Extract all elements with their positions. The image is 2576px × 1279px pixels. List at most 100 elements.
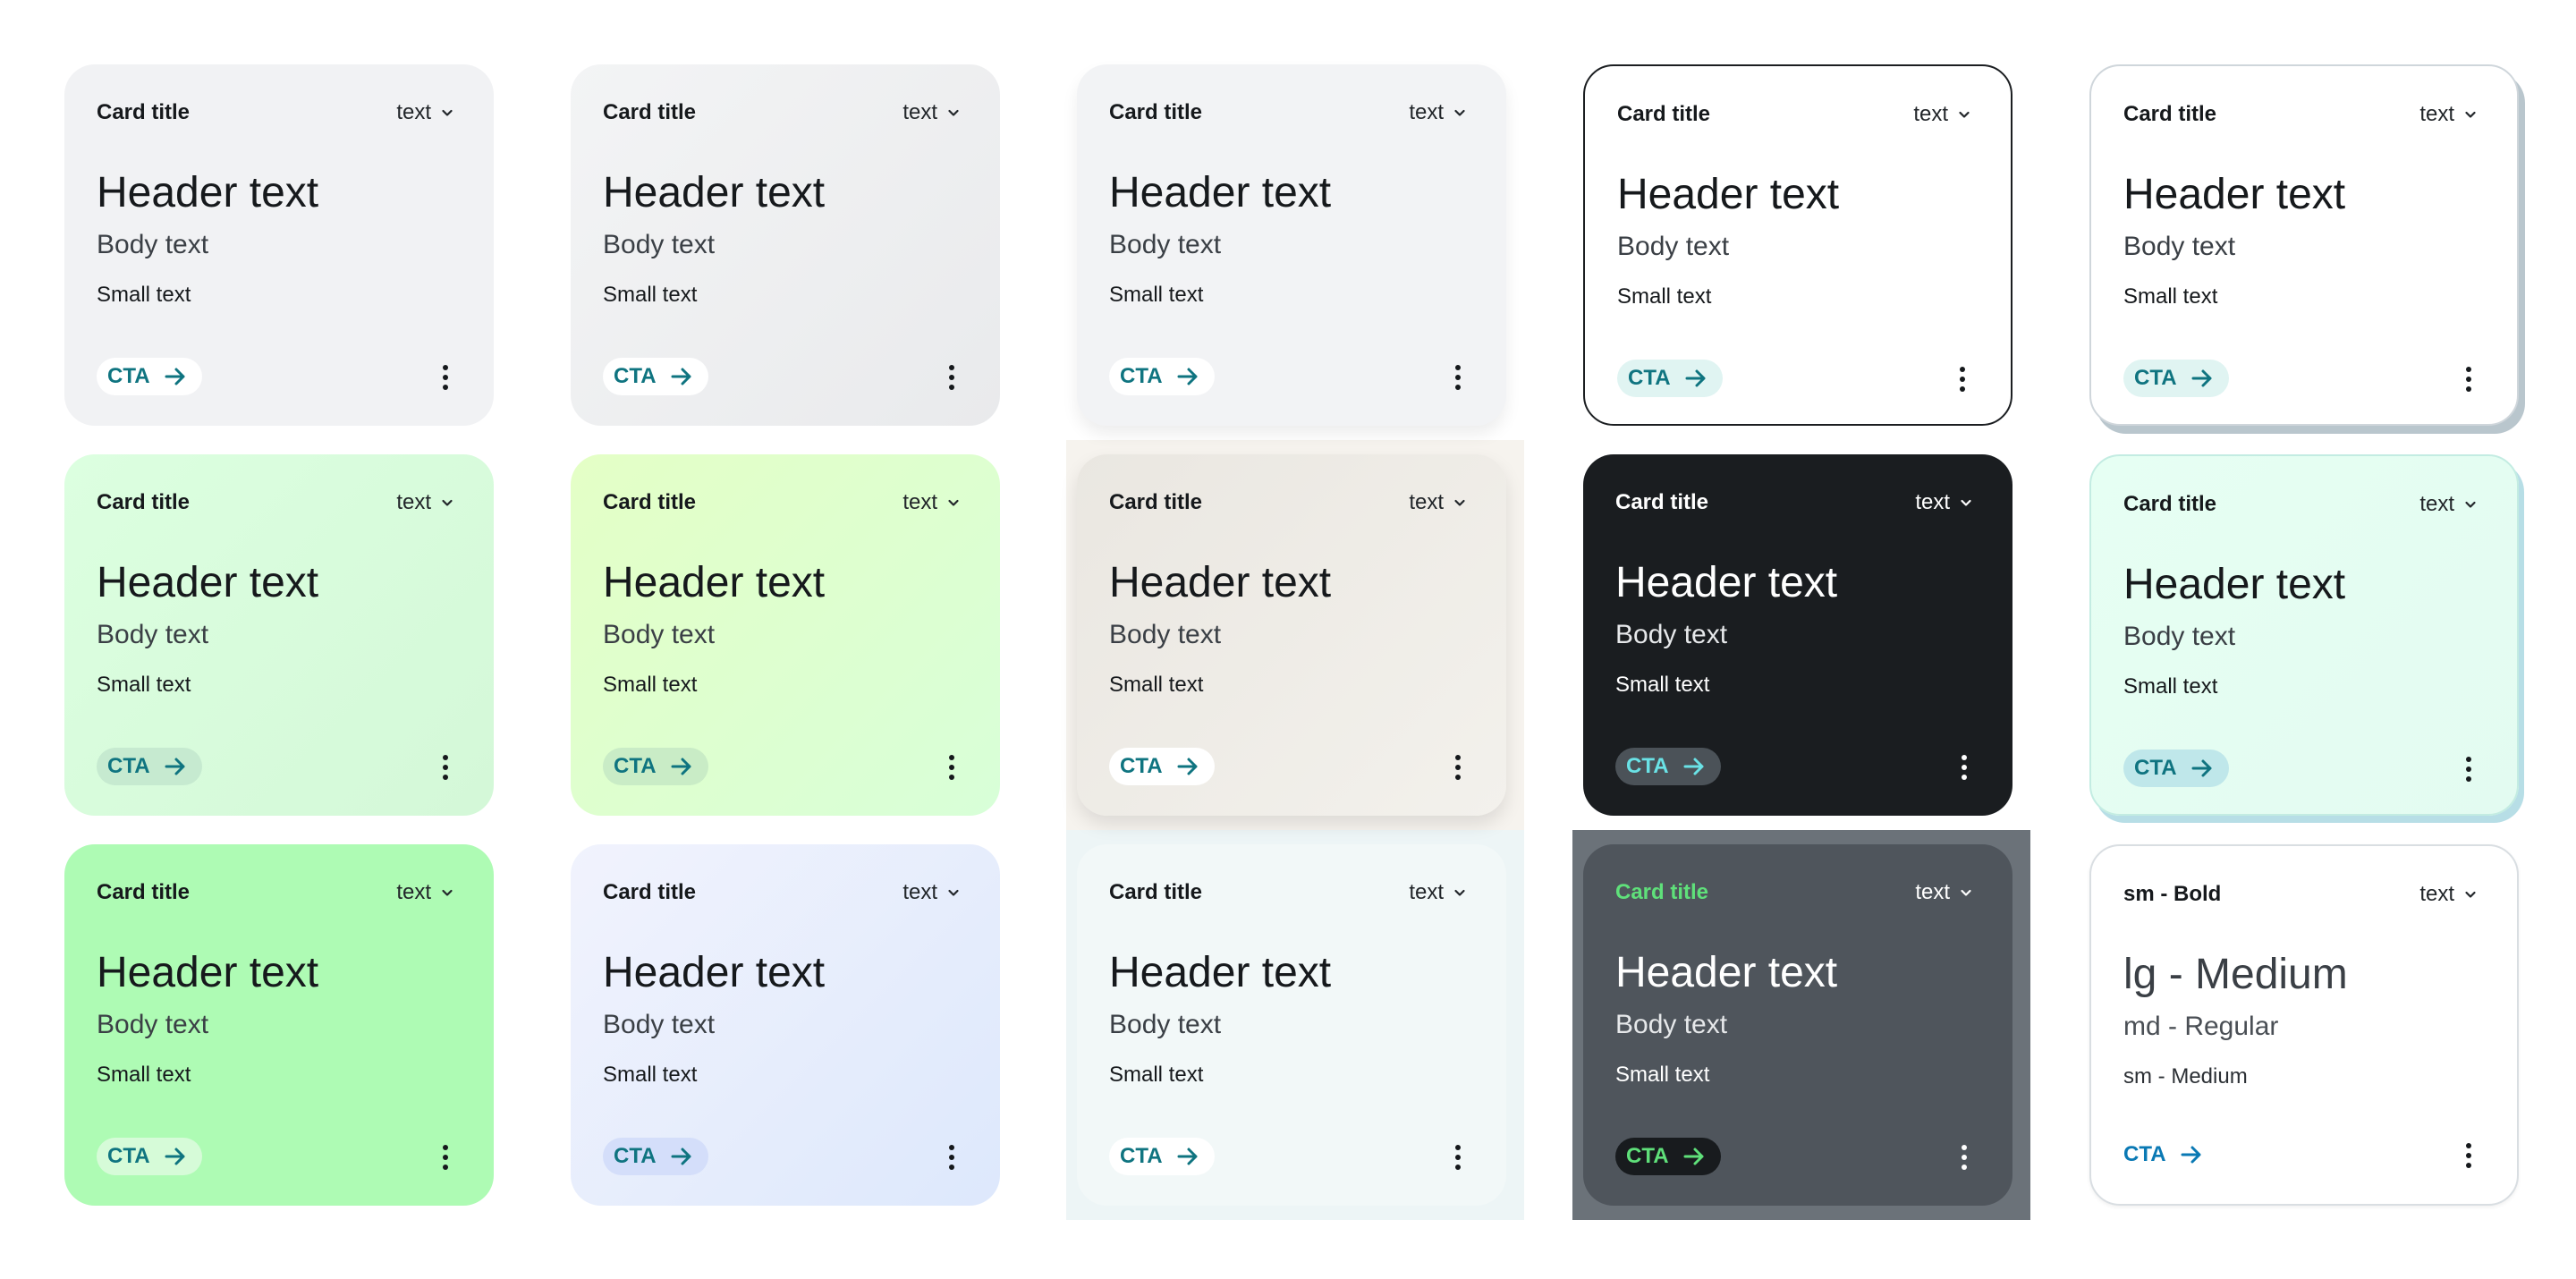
more-vertical-icon[interactable] xyxy=(945,1143,959,1172)
card-title: Card title xyxy=(1617,102,1711,126)
cta-label: CTA xyxy=(107,1144,150,1168)
small-text: Small text xyxy=(603,283,698,307)
chevron-down-icon xyxy=(1957,107,1971,122)
dropdown-label: text xyxy=(2419,882,2454,906)
card[interactable]: Card title text Header text Body text Small … xyxy=(1077,64,1506,426)
cta-button[interactable]: CTA xyxy=(603,748,708,785)
cta-label: CTA xyxy=(107,754,150,778)
cta-label: CTA xyxy=(1120,364,1163,388)
dropdown[interactable]: text xyxy=(2419,880,2478,909)
small-text: Small text xyxy=(97,1063,191,1087)
card[interactable]: Card title text Header text Body text Small … xyxy=(2089,454,2519,816)
more-vertical-icon[interactable] xyxy=(1451,753,1465,782)
card-title: sm - Bold xyxy=(2123,882,2222,906)
dropdown[interactable]: text xyxy=(1409,878,1467,907)
chevron-down-icon xyxy=(946,885,961,900)
card[interactable]: Card title text Header text Body text Small … xyxy=(1077,454,1506,816)
small-text: Small text xyxy=(603,1063,698,1087)
card[interactable]: Card title text Header text Body text Small … xyxy=(571,454,1000,816)
cta-button[interactable]: CTA xyxy=(97,748,202,785)
card[interactable]: Card title text Header text Body text Small … xyxy=(64,454,494,816)
cta-button[interactable]: CTA xyxy=(1109,748,1215,785)
card[interactable]: Card title text Header text Body text Small … xyxy=(64,844,494,1206)
more-vertical-icon[interactable] xyxy=(1957,753,1971,782)
dropdown[interactable]: text xyxy=(2419,100,2478,129)
dropdown[interactable]: text xyxy=(1913,100,1971,129)
cta-label: CTA xyxy=(1628,366,1671,390)
dropdown-label: text xyxy=(902,100,937,124)
more-vertical-icon[interactable] xyxy=(2462,1141,2476,1170)
arrow-right-icon xyxy=(163,754,188,779)
cta-label: CTA xyxy=(614,1144,657,1168)
more-vertical-icon[interactable] xyxy=(1955,365,1970,394)
cta-button[interactable]: CTA xyxy=(1615,748,1721,785)
more-vertical-icon[interactable] xyxy=(438,1143,453,1172)
chevron-down-icon xyxy=(440,885,454,900)
dropdown[interactable]: text xyxy=(902,488,961,517)
cta-button[interactable]: CTA xyxy=(2123,360,2229,397)
dropdown[interactable]: text xyxy=(2419,490,2478,519)
more-vertical-icon[interactable] xyxy=(438,753,453,782)
cta-button[interactable]: CTA xyxy=(97,358,202,395)
dropdown[interactable]: text xyxy=(902,878,961,907)
cta-button[interactable]: CTA xyxy=(97,1138,202,1175)
dropdown[interactable]: text xyxy=(396,878,454,907)
arrow-right-icon xyxy=(1682,1144,1707,1169)
cta-button[interactable]: CTA xyxy=(2123,750,2229,787)
card-title: Card title xyxy=(603,100,697,124)
arrow-right-icon xyxy=(1683,366,1708,391)
small-text: Small text xyxy=(1617,284,1712,309)
cta-button[interactable]: CTA xyxy=(2123,1136,2218,1173)
card[interactable]: Card title text Header text Body text Small … xyxy=(1583,64,2012,426)
dropdown-label: text xyxy=(1409,880,1444,904)
more-vertical-icon[interactable] xyxy=(1451,1143,1465,1172)
small-text: Small text xyxy=(2123,674,2218,699)
more-vertical-icon[interactable] xyxy=(945,753,959,782)
dropdown[interactable]: text xyxy=(1409,98,1467,127)
header-text: Header text xyxy=(2123,171,2346,218)
card[interactable]: Card title text Header text Body text Small … xyxy=(571,64,1000,426)
more-vertical-icon[interactable] xyxy=(1451,363,1465,392)
body-text: Body text xyxy=(2123,622,2236,651)
cta-button[interactable]: CTA xyxy=(1109,1138,1215,1175)
card-title: Card title xyxy=(2123,492,2217,516)
chevron-down-icon xyxy=(1959,885,1973,900)
dropdown[interactable]: text xyxy=(396,488,454,517)
body-text: md - Regular xyxy=(2123,1012,2279,1041)
cta-label: CTA xyxy=(614,364,657,388)
card[interactable]: Card title text Header text Body text Small … xyxy=(1077,844,1506,1206)
card[interactable]: sm - Bold text lg - Medium md - Regular sm -… xyxy=(2089,844,2519,1206)
card[interactable]: Card title text Header text Body text Small … xyxy=(1583,844,2012,1206)
card[interactable]: Card title text Header text Body text Small … xyxy=(571,844,1000,1206)
more-vertical-icon[interactable] xyxy=(2462,365,2476,394)
more-vertical-icon[interactable] xyxy=(438,363,453,392)
card[interactable]: Card title text Header text Body text Small … xyxy=(64,64,494,426)
dropdown[interactable]: text xyxy=(1915,488,1973,517)
small-text: Small text xyxy=(1109,283,1204,307)
small-text: Small text xyxy=(1615,673,1710,697)
more-vertical-icon[interactable] xyxy=(945,363,959,392)
dropdown[interactable]: text xyxy=(396,98,454,127)
chevron-down-icon xyxy=(2463,107,2478,122)
dropdown[interactable]: text xyxy=(902,98,961,127)
chevron-down-icon xyxy=(946,106,961,120)
body-text: Body text xyxy=(1109,230,1222,259)
dropdown[interactable]: text xyxy=(1915,878,1973,907)
cta-button[interactable]: CTA xyxy=(1615,1138,1721,1175)
header-text: Header text xyxy=(1617,171,1840,218)
dropdown[interactable]: text xyxy=(1409,488,1467,517)
dropdown-label: text xyxy=(396,490,431,514)
more-vertical-icon[interactable] xyxy=(2462,755,2476,783)
card-title: Card title xyxy=(603,490,697,514)
cta-button[interactable]: CTA xyxy=(603,358,708,395)
body-text: Body text xyxy=(1617,232,1730,261)
cta-button[interactable]: CTA xyxy=(1109,358,1215,395)
more-vertical-icon[interactable] xyxy=(1957,1143,1971,1172)
cta-button[interactable]: CTA xyxy=(1617,360,1723,397)
small-text: Small text xyxy=(1109,673,1204,697)
card[interactable]: Card title text Header text Body text Small … xyxy=(1583,454,2012,816)
cta-button[interactable]: CTA xyxy=(603,1138,708,1175)
card[interactable]: Card title text Header text Body text Small … xyxy=(2089,64,2519,426)
card-title: Card title xyxy=(97,490,191,514)
dropdown-label: text xyxy=(902,490,937,514)
